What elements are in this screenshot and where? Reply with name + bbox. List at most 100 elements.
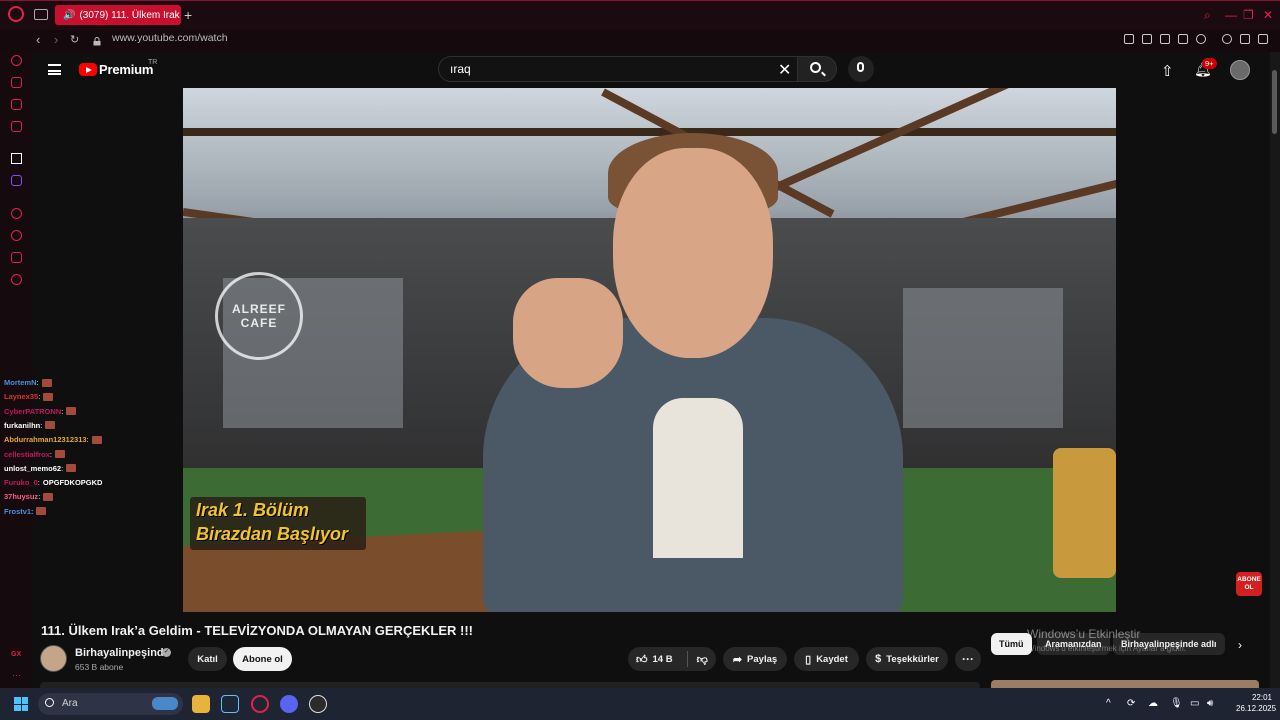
person-shirt: [653, 398, 743, 558]
chat-separator: :: [61, 406, 64, 416]
like-count[interactable]: 14 B: [653, 654, 673, 665]
chat-username[interactable]: unlost_memo62: [4, 464, 61, 473]
like-icon[interactable]: 👍︎: [636, 653, 648, 666]
taskbar-search-placeholder: Ara: [62, 698, 78, 709]
player-sidebar-icon[interactable]: [11, 208, 22, 219]
chat-message: CyberPATRONN :: [4, 406, 77, 416]
maximize-icon[interactable]: ❐: [1243, 8, 1254, 22]
search-icon[interactable]: [810, 62, 821, 73]
chat-username[interactable]: furkanilhn: [4, 421, 40, 430]
chat-username[interactable]: CyberPATRONN: [4, 407, 61, 416]
download-icon[interactable]: [1240, 34, 1250, 44]
channel-name[interactable]: Birhayalinpeşinde: [75, 647, 170, 659]
tray-chevron-icon[interactable]: ^: [1106, 698, 1111, 709]
more-actions-icon[interactable]: ···: [955, 647, 981, 671]
windows-start-icon[interactable]: [14, 697, 28, 711]
tray-sync-icon[interactable]: ⟳: [1127, 698, 1135, 709]
upload-icon[interactable]: ⇧: [1161, 62, 1174, 80]
search-input[interactable]: [450, 62, 750, 76]
subscribe-watermark[interactable]: ABONE OL: [1236, 572, 1262, 596]
adblock-icon[interactable]: [1160, 34, 1170, 44]
menu-icon[interactable]: [1258, 34, 1268, 44]
save-button[interactable]: ▯ Kaydet: [794, 647, 859, 671]
steam-icon[interactable]: [221, 695, 239, 713]
minimize-icon[interactable]: —: [1225, 8, 1237, 22]
snapshot-icon[interactable]: [1142, 34, 1152, 44]
weather-widget-icon[interactable]: [152, 697, 178, 710]
more-sidebar-icon[interactable]: ···: [12, 670, 21, 680]
back-icon[interactable]: ‹: [36, 32, 40, 47]
youtube-logo-icon[interactable]: [79, 63, 97, 76]
extension-icon[interactable]: [1124, 34, 1134, 44]
tab-islands-icon[interactable]: [34, 9, 48, 20]
file-explorer-icon[interactable]: [192, 695, 210, 713]
chat-username[interactable]: Furuko_0: [4, 478, 38, 487]
discord-icon[interactable]: [280, 695, 298, 713]
youtube-premium-label[interactable]: Premium: [99, 62, 153, 77]
player-icon[interactable]: [1178, 34, 1188, 44]
tray-cloud-icon[interactable]: ☁: [1148, 698, 1158, 709]
search-tabs-icon[interactable]: ⌕: [1204, 8, 1211, 23]
cube-icon[interactable]: [11, 252, 22, 263]
chat-emote-icon: [91, 435, 102, 444]
chat-username[interactable]: cellestialfrox: [4, 450, 50, 459]
opera-sidebar: [0, 52, 32, 688]
clear-search-icon[interactable]: ✕: [778, 60, 791, 80]
chat-emote-icon: [45, 421, 56, 430]
speaker-icon[interactable]: 🔊: [63, 10, 75, 21]
forward-icon[interactable]: ›: [54, 32, 58, 47]
tab-active[interactable]: 🔊 (3079) 111. Ülkem Irak ✕: [55, 5, 181, 25]
gx-icon[interactable]: GX: [11, 651, 21, 658]
lock-icon[interactable]: [93, 33, 101, 46]
tray-volume-icon[interactable]: 🔊︎: [1207, 698, 1213, 709]
chat-username[interactable]: Abdurrahman12312313: [4, 435, 87, 444]
chat-username[interactable]: 37huysuz: [4, 492, 38, 501]
thanks-button[interactable]: $ Teşekkürler: [866, 647, 948, 671]
messenger-icon[interactable]: [11, 99, 22, 110]
scrollbar-thumb[interactable]: [1272, 70, 1277, 134]
guide-menu-icon[interactable]: [48, 64, 61, 75]
subscribe-button[interactable]: Abone ol: [233, 647, 292, 671]
account-avatar[interactable]: [1230, 60, 1250, 80]
chips-next-icon[interactable]: ›: [1238, 638, 1242, 652]
close-tab-icon[interactable]: ✕: [180, 9, 181, 22]
page-scrollbar[interactable]: [1270, 52, 1280, 688]
reload-icon[interactable]: ↻: [70, 33, 79, 46]
chat-username[interactable]: MortemN: [4, 378, 37, 387]
channel-avatar[interactable]: [40, 645, 67, 672]
kick-icon[interactable]: [11, 153, 22, 164]
taskbar-clock[interactable]: 22:01 26.12.2025: [1236, 692, 1276, 714]
share-icon: ➦: [732, 653, 743, 666]
chip-all[interactable]: Tümü: [991, 633, 1032, 655]
microphone-icon[interactable]: [857, 62, 864, 72]
heart-icon[interactable]: [1196, 34, 1206, 44]
aria-icon[interactable]: [11, 55, 22, 66]
settings-icon[interactable]: [11, 274, 22, 285]
chat-separator: :: [40, 420, 43, 430]
chat-username[interactable]: Laynex35: [4, 392, 38, 401]
tray-display-icon[interactable]: ▭: [1190, 698, 1199, 709]
dislike-icon[interactable]: 👎︎: [697, 653, 708, 666]
github-icon[interactable]: [309, 695, 327, 713]
chat-username[interactable]: Frostv1: [4, 507, 31, 516]
bookmarks-icon[interactable]: [11, 77, 22, 88]
tray-mic-icon[interactable]: 🎙︎: [1170, 698, 1183, 709]
save-label: Kaydet: [816, 653, 848, 665]
join-button[interactable]: Katıl: [188, 647, 227, 671]
share-label: Paylaş: [747, 653, 778, 665]
pinboard-icon[interactable]: [11, 121, 22, 132]
share-button[interactable]: ➦ Paylaş: [723, 647, 787, 671]
person-face: [613, 148, 773, 358]
yellow-cushion: [1053, 448, 1116, 578]
opera-gx-taskbar-icon[interactable]: [251, 695, 269, 713]
twitch-icon[interactable]: [11, 175, 22, 186]
new-tab-button[interactable]: +: [184, 7, 192, 23]
activate-windows-text: Windows’u etkinleştirmek için Ayarlar’a …: [1027, 644, 1186, 653]
recommended-thumbnail[interactable]: [991, 680, 1259, 688]
url-field[interactable]: www.youtube.com/watch: [112, 32, 228, 44]
close-window-icon[interactable]: ✕: [1263, 8, 1273, 22]
chat-emote-icon: [66, 407, 77, 416]
history-icon[interactable]: [11, 230, 22, 241]
profile-icon[interactable]: [1222, 34, 1232, 44]
opera-logo-icon[interactable]: [8, 6, 24, 22]
